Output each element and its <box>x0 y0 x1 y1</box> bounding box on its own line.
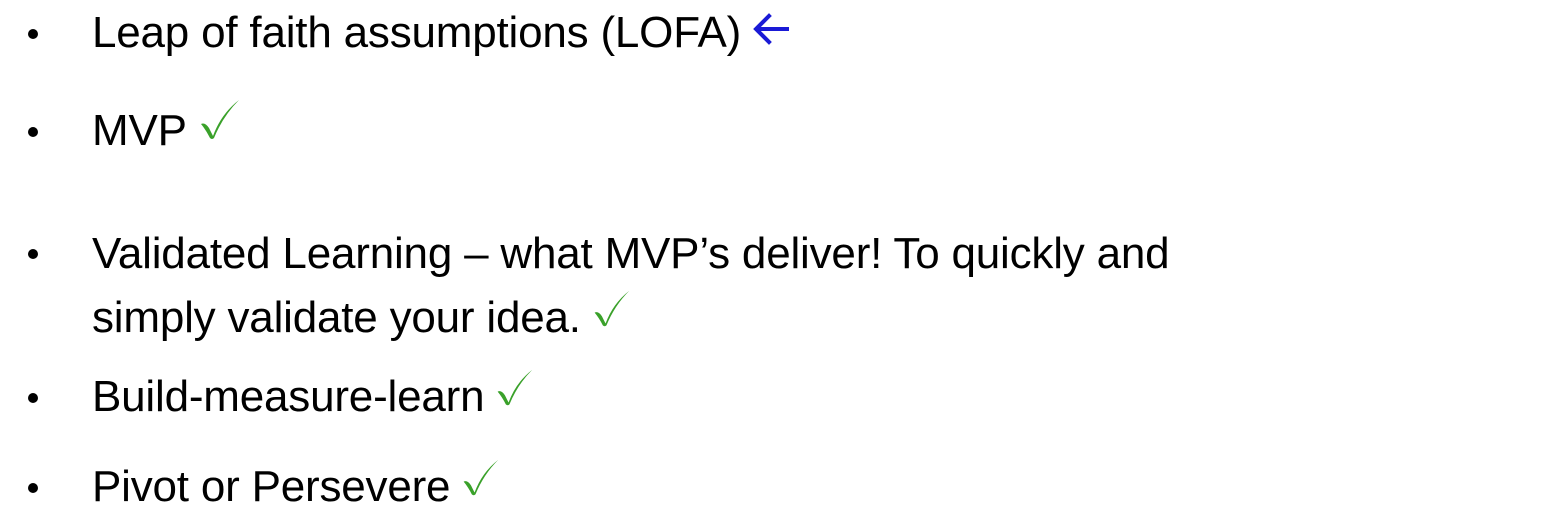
bullet-text-validated-learning-line2: simply validate your idea. <box>92 293 581 342</box>
check-icon <box>460 453 500 515</box>
bullet-dot <box>20 366 92 428</box>
bullet-text-mvp: MVP <box>92 106 187 155</box>
bullet-text-build-measure-learn: Build-measure-learn <box>92 372 485 421</box>
check-icon <box>494 363 534 425</box>
bullet-dot <box>20 2 92 64</box>
bullet-item-pivot-or-persevere: Pivot or Persevere <box>20 456 500 518</box>
bullet-text-pivot-or-persevere: Pivot or Persevere <box>92 462 451 511</box>
bullet-item-validated-learning: Validated Learning – what MVP’s deliver!… <box>20 222 1170 350</box>
bullet-text-validated-learning-line2-wrap: simply validate your idea. <box>92 286 1169 350</box>
check-icon <box>197 97 241 159</box>
slide: Leap of faith assumptions (LOFA) MVP Val… <box>0 0 1542 532</box>
bullet-item-lofa: Leap of faith assumptions (LOFA) <box>20 2 791 64</box>
check-icon <box>591 283 631 347</box>
bullet-dot <box>20 222 92 284</box>
bullet-dot <box>20 100 92 162</box>
bullet-item-mvp: MVP <box>20 100 241 162</box>
bullet-text-validated-learning-line1: Validated Learning – what MVP’s deliver!… <box>92 229 1170 278</box>
bullet-dot <box>20 456 92 518</box>
bullet-text-lofa: Leap of faith assumptions (LOFA) <box>92 8 742 57</box>
bullet-item-build-measure-learn: Build-measure-learn <box>20 366 534 428</box>
arrow-left-icon <box>751 1 791 63</box>
